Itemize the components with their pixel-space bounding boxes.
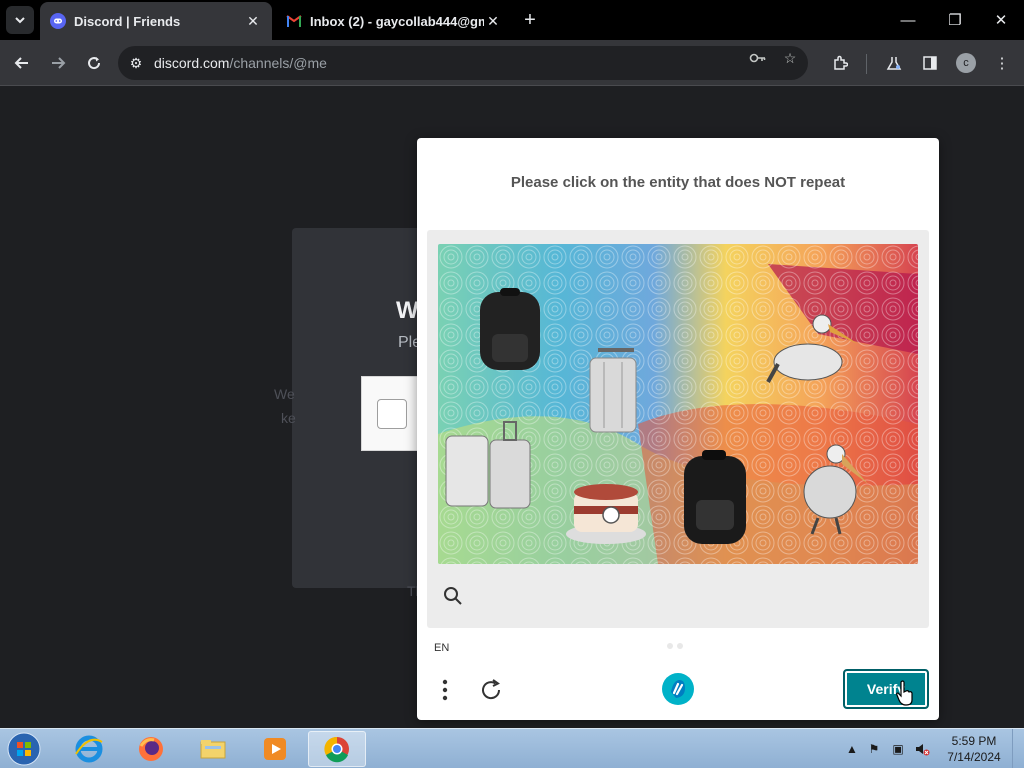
clock-time: 5:59 PM [951,734,997,748]
menu-button[interactable] [435,676,455,704]
labs-flask-icon[interactable] [881,50,907,76]
backpack-object [684,450,746,544]
volume-muted-icon[interactable] [914,741,930,757]
selection-marker [602,506,620,524]
more-menu-icon[interactable]: ⋮ [989,50,1015,76]
prompt-area: Please click on the entity that does NOT… [417,138,939,226]
windows-taskbar: ▲ ⚑ ▣ 5:59 PM 7/14/2024 [0,728,1024,768]
file-explorer-icon[interactable] [186,731,240,767]
side-panel-icon[interactable] [917,50,943,76]
toolbar-divider [866,54,867,74]
media-player-icon[interactable] [248,731,302,767]
tray-expand-icon[interactable]: ▲ [844,741,860,757]
kebab-menu-icon [442,679,448,701]
address-bar[interactable]: ⚙ discord.com/channels/@me [118,46,808,80]
network-icon[interactable]: ▣ [890,741,906,757]
language-selector[interactable]: EN [434,642,449,654]
new-tab-button[interactable]: + [518,8,542,32]
action-center-flag-icon[interactable]: ⚑ [866,741,882,757]
task-container [427,230,929,628]
reload-button[interactable] [79,48,109,78]
background-text: We [274,386,295,402]
browser-toolbar: ⚙ discord.com/channels/@me ☆ ⋮ [0,40,1024,86]
url-text: discord.com/channels/@me [154,55,327,71]
refresh-icon [482,679,501,700]
show-desktop-button[interactable] [1012,729,1024,768]
hcaptcha-challenge: Please click on the entity that does NOT… [417,138,939,720]
tab-title: Discord | Friends [74,13,181,29]
tab-title: Inbox (2) - gaycollab444@gma [310,13,484,29]
background-heading: W [396,297,419,324]
password-key-icon[interactable] [748,48,768,68]
hcaptcha-logo-icon [661,672,695,706]
clock-date: 7/14/2024 [947,750,1001,764]
arrow-right-icon [52,57,66,69]
profile-avatar[interactable]: c [956,53,976,73]
start-button[interactable] [6,731,46,767]
suitcase-object [589,348,637,433]
tab-discord[interactable]: Discord | Friends ✕ [40,2,272,40]
back-button[interactable] [7,48,37,78]
challenge-image[interactable] [438,244,918,564]
refresh-button[interactable] [477,676,505,704]
extensions-icon[interactable] [827,50,853,76]
verify-button[interactable]: Verify [843,669,929,709]
arrow-left-icon [14,57,28,69]
restore-button[interactable]: ❐ [939,6,971,34]
magnifier-icon [444,587,462,605]
chrome-icon[interactable] [308,731,366,767]
windows-logo-icon [7,732,41,766]
tab-strip: Discord | Friends ✕ Inbox (2) - gaycolla… [0,0,1024,40]
internet-explorer-icon[interactable] [62,731,116,767]
firefox-icon[interactable] [124,731,178,767]
challenge-prompt: Please click on the entity that does NOT… [510,173,846,191]
minimize-button[interactable]: — [892,6,924,34]
chevron-down-icon [15,17,25,24]
site-settings-icon[interactable]: ⚙ [118,55,154,72]
hcaptcha-widget [361,376,421,451]
tab-gmail[interactable]: Inbox (2) - gaycollab444@gma ✕ [276,2,512,40]
system-clock[interactable]: 5:59 PM 7/14/2024 [944,733,1004,765]
reload-icon [88,57,101,70]
gmail-icon [286,15,302,27]
bookmark-star-icon[interactable]: ☆ [780,48,800,68]
discord-icon [50,13,66,29]
zoom-button[interactable] [443,586,467,610]
window-close-button[interactable]: ✕ [985,6,1017,34]
progress-dots [667,643,683,649]
backpack-object [480,288,540,370]
hand-cursor-icon [895,680,915,706]
hcaptcha-checkbox[interactable] [377,399,407,429]
background-text: ke [281,410,296,426]
forward-button[interactable] [43,48,73,78]
close-icon[interactable]: ✕ [484,12,502,30]
close-icon[interactable]: ✕ [244,12,262,30]
tab-search-button[interactable] [6,6,34,34]
